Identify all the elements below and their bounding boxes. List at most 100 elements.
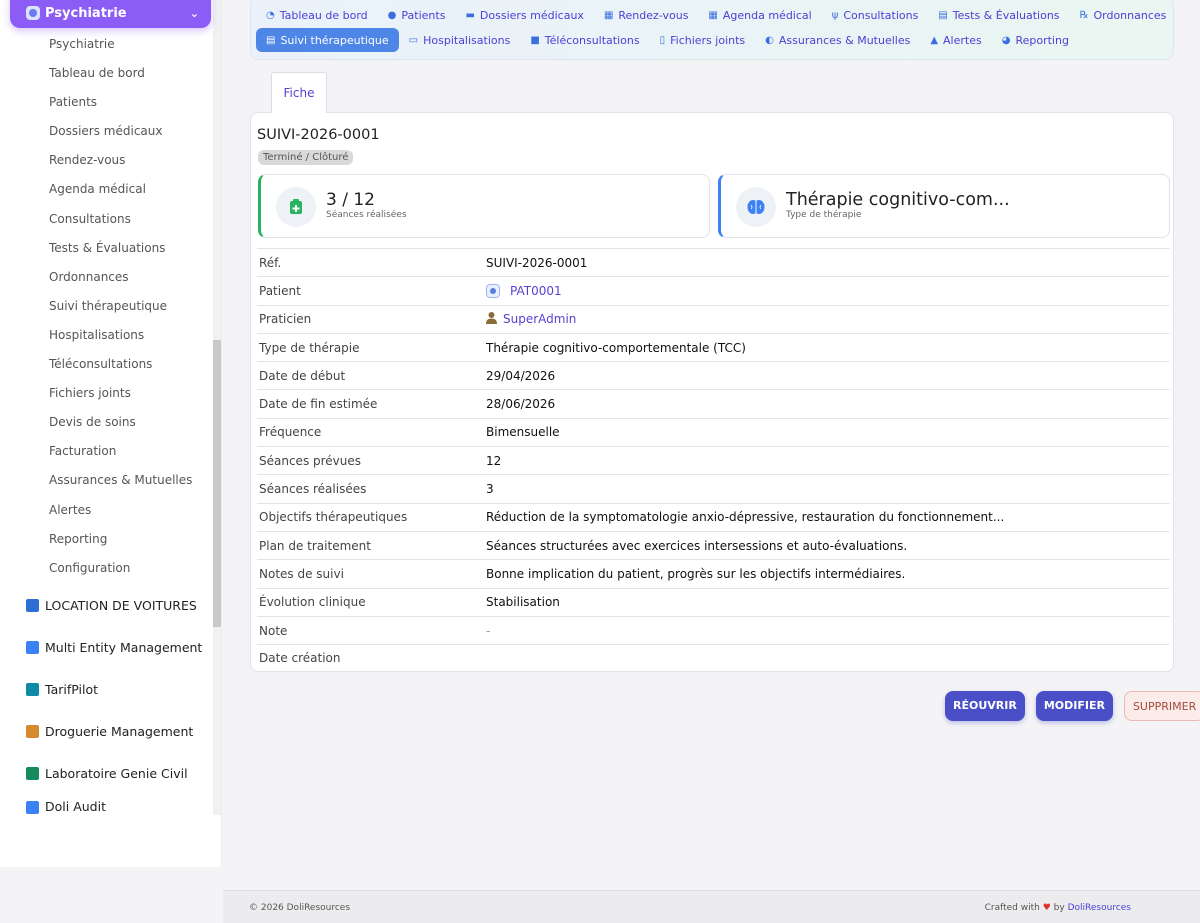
tab-suivi-therapeutique[interactable]: ▤ Suivi thérapeutique <box>256 28 399 52</box>
module-location-voitures[interactable]: LOCATION DE VOITURES <box>0 584 212 626</box>
patient-ref[interactable]: PAT0001 <box>510 284 562 298</box>
field-value: Séances structurées avec exercices inter… <box>486 538 908 553</box>
delete-button[interactable]: SUPPRIMER <box>1123 691 1200 721</box>
module-multi-entity[interactable]: Multi Entity Management <box>0 626 212 668</box>
sidebar-item-fichiers-joints[interactable]: Fichiers joints <box>0 379 212 408</box>
chevron-down-icon[interactable]: ⌄ <box>190 7 199 20</box>
tab-teleconsultations[interactable]: ■ Téléconsultations <box>520 28 649 52</box>
warning-icon: ▲ <box>930 34 939 46</box>
user-name[interactable]: SuperAdmin <box>503 312 576 326</box>
stethoscope-icon: ψ <box>831 9 839 21</box>
sidebar-item-patients[interactable]: Patients <box>0 88 212 117</box>
module-laboratoire[interactable]: Laboratoire Genie Civil <box>0 752 212 794</box>
field-label: Praticien <box>259 312 312 327</box>
tab-dossiers-medicaux[interactable]: ▬ Dossiers médicaux <box>455 3 593 27</box>
field-label: Type de thérapie <box>259 340 360 355</box>
user-icon: ● <box>387 9 397 21</box>
field-label: Fréquence <box>259 425 322 440</box>
field-label: Date de fin estimée <box>259 397 378 412</box>
sidebar-item-configuration[interactable]: Configuration <box>0 554 212 583</box>
sidebar-item-consultations[interactable]: Consultations <box>0 205 212 234</box>
kpi-label: Type de thérapie <box>786 210 862 220</box>
tab-label: Hospitalisations <box>423 33 511 47</box>
sidebar-item-dossiers-medicaux[interactable]: Dossiers médicaux <box>0 117 212 146</box>
tab-assurances-mutuelles[interactable]: ◐ Assurances & Mutuelles <box>755 28 920 52</box>
tab-fichiers-joints[interactable]: ▯ Fichiers joints <box>650 28 756 52</box>
sidebar-scrollbar[interactable] <box>213 340 221 627</box>
sidebar-item-tableau-de-bord[interactable]: Tableau de bord <box>0 59 212 88</box>
sidebar-item-assurances-mutuelles[interactable]: Assurances & Mutuelles <box>0 466 212 495</box>
patient-icon <box>486 283 500 298</box>
field-row-date-creation: Date création <box>257 644 1170 673</box>
tab-hospitalisations[interactable]: ▭ Hospitalisations <box>399 28 521 52</box>
sidebar-item-psychiatrie[interactable]: Psychiatrie <box>0 30 212 59</box>
field-label: Objectifs thérapeutiques <box>259 510 408 525</box>
sidebar-item-facturation[interactable]: Facturation <box>0 437 212 466</box>
bed-icon: ▭ <box>408 34 419 46</box>
tab-consultations[interactable]: ψ Consultations <box>822 3 929 27</box>
clipboard-icon: ▤ <box>938 9 948 21</box>
sidebar-item-suivi-therapeutique[interactable]: Suivi thérapeutique <box>0 292 212 321</box>
tab-rendez-vous[interactable]: ▦ Rendez-vous <box>594 3 698 27</box>
footer-by: by <box>1053 903 1065 913</box>
sidebar-item-ordonnances[interactable]: Ordonnances <box>0 263 212 292</box>
field-value: Stabilisation <box>486 595 560 610</box>
audit-icon <box>26 801 39 814</box>
sidebar-item-hospitalisations[interactable]: Hospitalisations <box>0 321 212 350</box>
folder-icon: ▬ <box>465 9 475 21</box>
video-icon: ■ <box>530 34 540 46</box>
sidebar-item-tests-evaluations[interactable]: Tests & Évaluations <box>0 234 212 263</box>
sidebar-item-rendez-vous[interactable]: Rendez-vous <box>0 146 212 175</box>
module-label: Droguerie Management <box>45 723 194 739</box>
patient-link[interactable]: PAT0001 <box>486 283 562 298</box>
tab-label: Rendez-vous <box>618 8 689 22</box>
field-row-date-debut: Date de début 29/04/2026 <box>257 361 1170 389</box>
module-tarifpilot[interactable]: TarifPilot <box>0 668 212 710</box>
field-label: Notes de suivi <box>259 566 344 581</box>
footer-brand-link[interactable]: DoliResources <box>1068 903 1131 913</box>
module-doli-audit[interactable]: Doli Audit <box>0 794 212 814</box>
tab-patients[interactable]: ● Patients <box>378 3 456 27</box>
field-row-notes: Notes de suivi Bonne implication du patie… <box>257 559 1170 587</box>
sidebar-item-alertes[interactable]: Alertes <box>0 496 212 525</box>
tab-agenda-medical[interactable]: ▦ Agenda médical <box>698 3 821 27</box>
tab-label: Fichiers joints <box>670 33 746 47</box>
sidebar-module-header[interactable]: Psychiatrie ⌄ <box>10 0 211 28</box>
sidebar-item-devis-de-soins[interactable]: Devis de soins <box>0 408 212 437</box>
sidebar-module-title: Psychiatrie <box>45 5 127 21</box>
user-link[interactable]: SuperAdmin <box>486 311 576 327</box>
field-value: Bonne implication du patient, progrès su… <box>486 566 906 581</box>
tab-alertes[interactable]: ▲ Alertes <box>920 28 991 52</box>
clipboard-plus-icon <box>276 187 316 227</box>
sidebar-modules: LOCATION DE VOITURES Multi Entity Manage… <box>0 584 212 814</box>
user-icon <box>486 311 497 327</box>
brain-icon <box>736 187 776 227</box>
sidebar: Psychiatrie ⌄ Psychiatrie Tableau de bor… <box>0 0 222 867</box>
main-content: ◔ Tableau de bord ● Patients ▬ Dossiers méd… <box>223 0 1200 890</box>
tab-ordonnances[interactable]: ℞ Ordonnances <box>1070 3 1177 27</box>
sidebar-item-teleconsultations[interactable]: Téléconsultations <box>0 350 212 379</box>
field-value: Thérapie cognitivo-comportementale (TCC) <box>486 340 746 355</box>
sidebar-item-agenda-medical[interactable]: Agenda médical <box>0 175 212 204</box>
field-label: Patient <box>259 283 301 298</box>
heart-icon: ♥ <box>1042 903 1051 913</box>
modify-button[interactable]: MODIFIER <box>1035 691 1113 721</box>
module-droguerie[interactable]: Droguerie Management <box>0 710 212 752</box>
tab-label: Ordonnances <box>1093 8 1167 22</box>
sidebar-item-reporting[interactable]: Reporting <box>0 525 212 554</box>
pie-chart-icon: ◕ <box>1001 34 1011 46</box>
field-row-frequence: Fréquence Bimensuelle <box>257 417 1170 446</box>
field-row-patient: Patient PAT0001 <box>257 276 1170 304</box>
kpi-label: Séances réalisées <box>326 210 407 220</box>
field-label: Date de début <box>259 368 346 383</box>
field-row-seances-realisees: Séances réalisées 3 <box>257 474 1170 502</box>
tab-tableau-de-bord[interactable]: ◔ Tableau de bord <box>256 3 378 27</box>
tab-tests-evaluations[interactable]: ▤ Tests & Évaluations <box>928 3 1069 27</box>
tab-fiche[interactable]: Fiche <box>271 72 327 113</box>
action-buttons: RÉOUVRIR MODIFIER SUPPRIMER <box>945 691 1200 721</box>
tab-reporting[interactable]: ◕ Reporting <box>992 28 1079 52</box>
reopen-button[interactable]: RÉOUVRIR <box>945 691 1025 721</box>
field-row-plan: Plan de traitement Séances structurées av… <box>257 530 1170 559</box>
kpi-value: Thérapie cognitivo-com... <box>786 190 1010 210</box>
tab-label: Assurances & Mutuelles <box>778 33 911 47</box>
